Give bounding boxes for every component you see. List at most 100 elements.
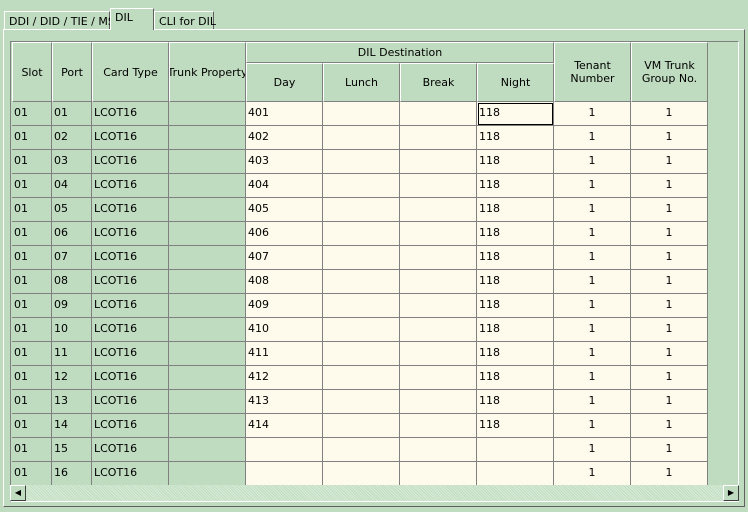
cell-card-type[interactable]: LCOT16 xyxy=(92,390,169,414)
cell-trunk-property[interactable] xyxy=(169,198,246,222)
cell-port[interactable]: 16 xyxy=(52,462,92,486)
cell-card-type[interactable]: LCOT16 xyxy=(92,414,169,438)
cell-slot[interactable]: 01 xyxy=(12,102,52,126)
cell-tenant-number[interactable]: 1 xyxy=(554,174,631,198)
cell-night[interactable]: 118 xyxy=(477,366,554,390)
cell-vm-trunk-group[interactable]: 1 xyxy=(631,126,708,150)
cell-night[interactable]: 118 xyxy=(477,414,554,438)
cell-trunk-property[interactable] xyxy=(169,438,246,462)
cell-tenant-number[interactable]: 1 xyxy=(554,462,631,486)
cell-tenant-number[interactable]: 1 xyxy=(554,366,631,390)
cell-lunch[interactable] xyxy=(323,198,400,222)
cell-break[interactable] xyxy=(400,462,477,486)
cell-port[interactable]: 13 xyxy=(52,390,92,414)
cell-slot[interactable]: 01 xyxy=(12,342,52,366)
cell-trunk-property[interactable] xyxy=(169,366,246,390)
cell-slot[interactable]: 01 xyxy=(12,246,52,270)
cell-break[interactable] xyxy=(400,150,477,174)
cell-lunch[interactable] xyxy=(323,246,400,270)
cell-tenant-number[interactable]: 1 xyxy=(554,198,631,222)
cell-tenant-number[interactable]: 1 xyxy=(554,438,631,462)
cell-slot[interactable]: 01 xyxy=(12,462,52,486)
cell-day[interactable]: 413 xyxy=(246,390,323,414)
cell-vm-trunk-group[interactable]: 1 xyxy=(631,174,708,198)
cell-night[interactable]: 118 xyxy=(477,174,554,198)
cell-lunch[interactable] xyxy=(323,174,400,198)
cell-tenant-number[interactable]: 1 xyxy=(554,318,631,342)
cell-vm-trunk-group[interactable]: 1 xyxy=(631,270,708,294)
cell-card-type[interactable]: LCOT16 xyxy=(92,318,169,342)
cell-card-type[interactable]: LCOT16 xyxy=(92,366,169,390)
cell-break[interactable] xyxy=(400,174,477,198)
cell-tenant-number[interactable]: 1 xyxy=(554,102,631,126)
cell-lunch[interactable] xyxy=(323,102,400,126)
cell-card-type[interactable]: LCOT16 xyxy=(92,294,169,318)
cell-day[interactable]: 406 xyxy=(246,222,323,246)
cell-slot[interactable]: 01 xyxy=(12,150,52,174)
cell-night[interactable]: 118 xyxy=(477,294,554,318)
cell-port[interactable]: 10 xyxy=(52,318,92,342)
cell-day[interactable]: 402 xyxy=(246,126,323,150)
cell-vm-trunk-group[interactable]: 1 xyxy=(631,366,708,390)
cell-slot[interactable]: 01 xyxy=(12,222,52,246)
cell-port[interactable]: 07 xyxy=(52,246,92,270)
cell-card-type[interactable]: LCOT16 xyxy=(92,174,169,198)
cell-lunch[interactable] xyxy=(323,294,400,318)
header-slot[interactable]: Slot xyxy=(12,42,52,102)
cell-night[interactable]: 118 xyxy=(477,126,554,150)
cell-slot[interactable]: 01 xyxy=(12,198,52,222)
cell-break[interactable] xyxy=(400,198,477,222)
cell-tenant-number[interactable]: 1 xyxy=(554,294,631,318)
cell-trunk-property[interactable] xyxy=(169,102,246,126)
cell-card-type[interactable]: LCOT16 xyxy=(92,198,169,222)
cell-night[interactable]: 118 xyxy=(477,246,554,270)
cell-lunch[interactable] xyxy=(323,222,400,246)
cell-trunk-property[interactable] xyxy=(169,318,246,342)
cell-vm-trunk-group[interactable]: 1 xyxy=(631,150,708,174)
header-lunch[interactable]: Lunch xyxy=(323,63,400,102)
cell-card-type[interactable]: LCOT16 xyxy=(92,150,169,174)
cell-night[interactable]: 118 xyxy=(477,270,554,294)
horizontal-scrollbar[interactable]: ◀ ▶ xyxy=(10,485,739,501)
cell-lunch[interactable] xyxy=(323,390,400,414)
cell-trunk-property[interactable] xyxy=(169,246,246,270)
cell-card-type[interactable]: LCOT16 xyxy=(92,462,169,486)
cell-lunch[interactable] xyxy=(323,318,400,342)
cell-port[interactable]: 11 xyxy=(52,342,92,366)
cell-night[interactable]: 118 xyxy=(477,318,554,342)
cell-trunk-property[interactable] xyxy=(169,222,246,246)
cell-trunk-property[interactable] xyxy=(169,414,246,438)
header-day[interactable]: Day xyxy=(246,63,323,102)
cell-trunk-property[interactable] xyxy=(169,126,246,150)
tab-dil[interactable]: DIL xyxy=(110,8,154,30)
cell-tenant-number[interactable]: 1 xyxy=(554,414,631,438)
cell-trunk-property[interactable] xyxy=(169,174,246,198)
cell-night[interactable]: 118 xyxy=(477,198,554,222)
cell-break[interactable] xyxy=(400,126,477,150)
cell-card-type[interactable]: LCOT16 xyxy=(92,126,169,150)
cell-vm-trunk-group[interactable]: 1 xyxy=(631,318,708,342)
cell-break[interactable] xyxy=(400,102,477,126)
cell-lunch[interactable] xyxy=(323,438,400,462)
cell-trunk-property[interactable] xyxy=(169,270,246,294)
cell-port[interactable]: 06 xyxy=(52,222,92,246)
cell-slot[interactable]: 01 xyxy=(12,366,52,390)
cell-lunch[interactable] xyxy=(323,366,400,390)
cell-vm-trunk-group[interactable]: 1 xyxy=(631,102,708,126)
header-card-type[interactable]: Card Type xyxy=(92,42,169,102)
cell-trunk-property[interactable] xyxy=(169,150,246,174)
cell-night[interactable]: 118 xyxy=(477,150,554,174)
cell-card-type[interactable]: LCOT16 xyxy=(92,222,169,246)
cell-tenant-number[interactable]: 1 xyxy=(554,222,631,246)
header-trunk-property[interactable]: Trunk Property xyxy=(169,42,246,102)
cell-slot[interactable]: 01 xyxy=(12,174,52,198)
cell-port[interactable]: 04 xyxy=(52,174,92,198)
cell-night[interactable] xyxy=(477,438,554,462)
cell-trunk-property[interactable] xyxy=(169,342,246,366)
cell-break[interactable] xyxy=(400,366,477,390)
cell-lunch[interactable] xyxy=(323,270,400,294)
cell-lunch[interactable] xyxy=(323,462,400,486)
cell-lunch[interactable] xyxy=(323,126,400,150)
cell-port[interactable]: 12 xyxy=(52,366,92,390)
cell-slot[interactable]: 01 xyxy=(12,438,52,462)
